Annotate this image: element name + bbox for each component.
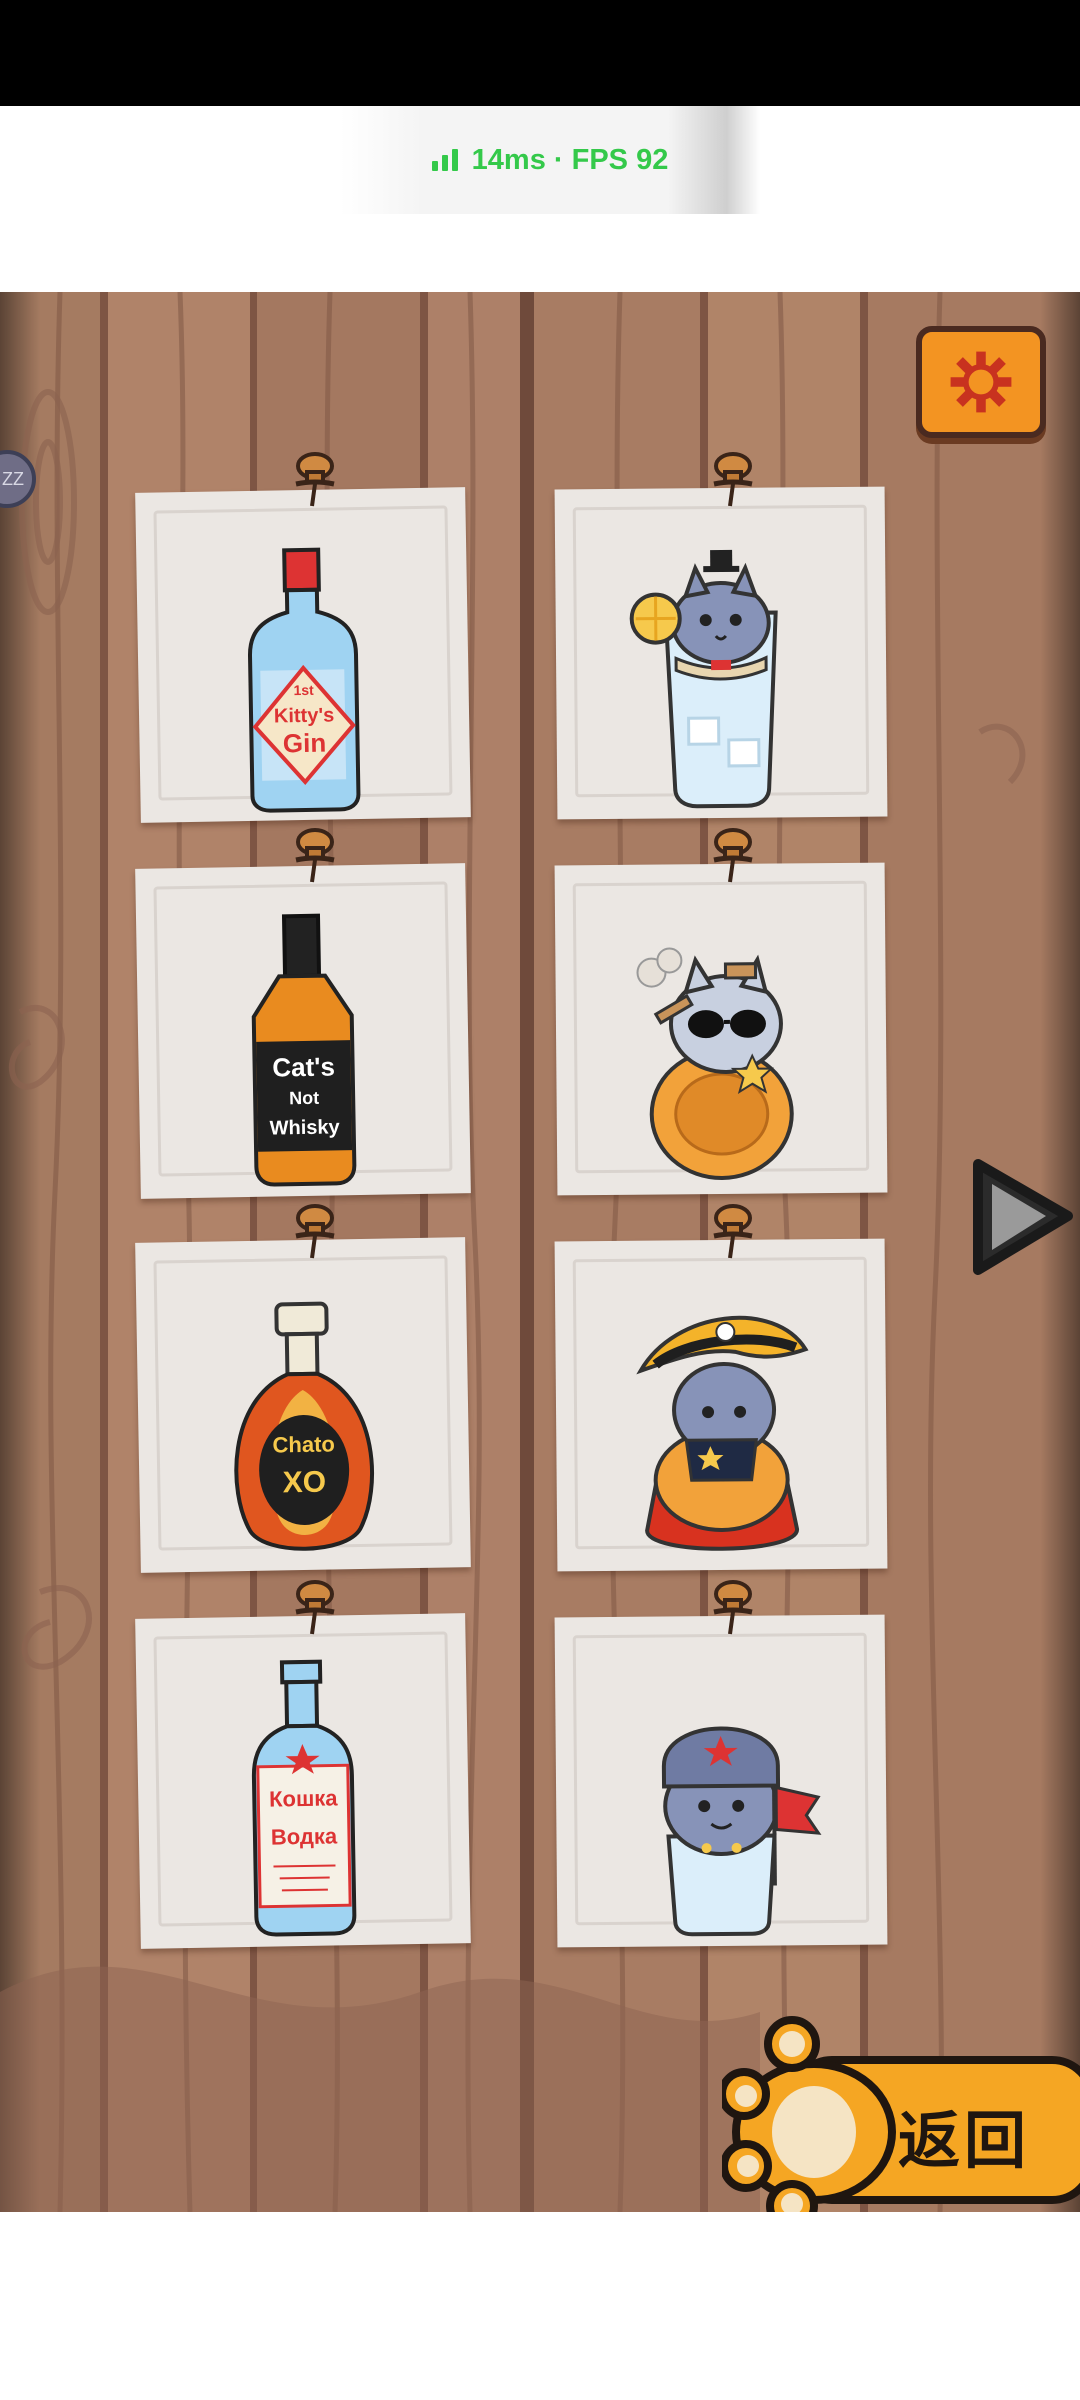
cognac-line1-text: Chato [272, 1431, 335, 1457]
system-status-bar [0, 0, 1080, 106]
card-cat-in-cognac-glass[interactable] [554, 1238, 888, 1572]
vodka-bottle-icon: Кошка Водка [251, 1659, 357, 1937]
settings-button[interactable] [916, 326, 1046, 438]
gin-bottle-icon: 1st Kitty's Gin [248, 547, 361, 813]
whisky-line2-text: Not [289, 1088, 319, 1109]
pushpin-icon [713, 452, 753, 507]
network-performance-overlay: 14ms · FPS 92 [340, 106, 760, 214]
card-vodka-bottle[interactable]: Кошка Водка [135, 1613, 471, 1949]
pushpin-icon [295, 452, 335, 507]
fps-text: FPS 92 [571, 143, 669, 176]
whisky-line3-text: Whisky [269, 1116, 340, 1139]
vodka-line1-text: Кошка [269, 1785, 339, 1811]
card-cat-in-vodka-glass[interactable] [554, 1614, 888, 1948]
pushpin-icon [713, 828, 753, 883]
cat-in-cognac-glass-icon [636, 1315, 809, 1551]
performance-text: 14ms · FPS 92 [472, 144, 669, 177]
card-whisky-bottle[interactable]: Cat's Not Whisky [135, 863, 471, 1199]
whisky-line1-text: Cat's [272, 1051, 335, 1082]
gin-kind-text: Gin [283, 728, 327, 759]
gin-top-text: 1st [293, 682, 314, 698]
gear-icon [950, 351, 1012, 413]
signal-strength-icon [431, 149, 458, 171]
cat-in-vodka-glass-icon [661, 1726, 822, 1937]
cognac-line2-text: XO [282, 1466, 326, 1500]
pushpin-icon [295, 828, 335, 883]
play-arrow-icon [973, 1159, 1073, 1275]
pushpin-icon [295, 1204, 335, 1259]
back-label: 返回 [898, 2104, 1031, 2177]
cat-in-gin-glass-icon [629, 549, 778, 809]
pushpin-icon [295, 1580, 335, 1635]
gin-brand-text: Kitty's [274, 704, 335, 727]
cognac-bottle-icon: Chato XO [234, 1301, 374, 1551]
pushpin-icon [713, 1580, 753, 1635]
card-cognac-bottle[interactable]: Chato XO [135, 1237, 471, 1573]
card-cat-in-whisky-glass[interactable] [554, 862, 888, 1196]
next-page-button[interactable] [964, 1152, 1080, 1278]
card-cat-in-gin-glass[interactable] [554, 486, 888, 820]
pushpin-icon [713, 1204, 753, 1259]
vodka-line2-text: Водка [271, 1823, 338, 1849]
separator-text: · [553, 143, 564, 176]
cat-in-whisky-glass-icon [636, 947, 794, 1180]
back-button[interactable]: 返回 [722, 2008, 1080, 2212]
latency-text: 14ms [471, 143, 546, 176]
whisky-bottle-icon: Cat's Not Whisky [251, 913, 357, 1187]
collection-board: ZZ 1st Kitty's Gin Cat's Not Whisky Chat… [0, 292, 1080, 2212]
card-gin-bottle[interactable]: 1st Kitty's Gin [135, 487, 471, 823]
